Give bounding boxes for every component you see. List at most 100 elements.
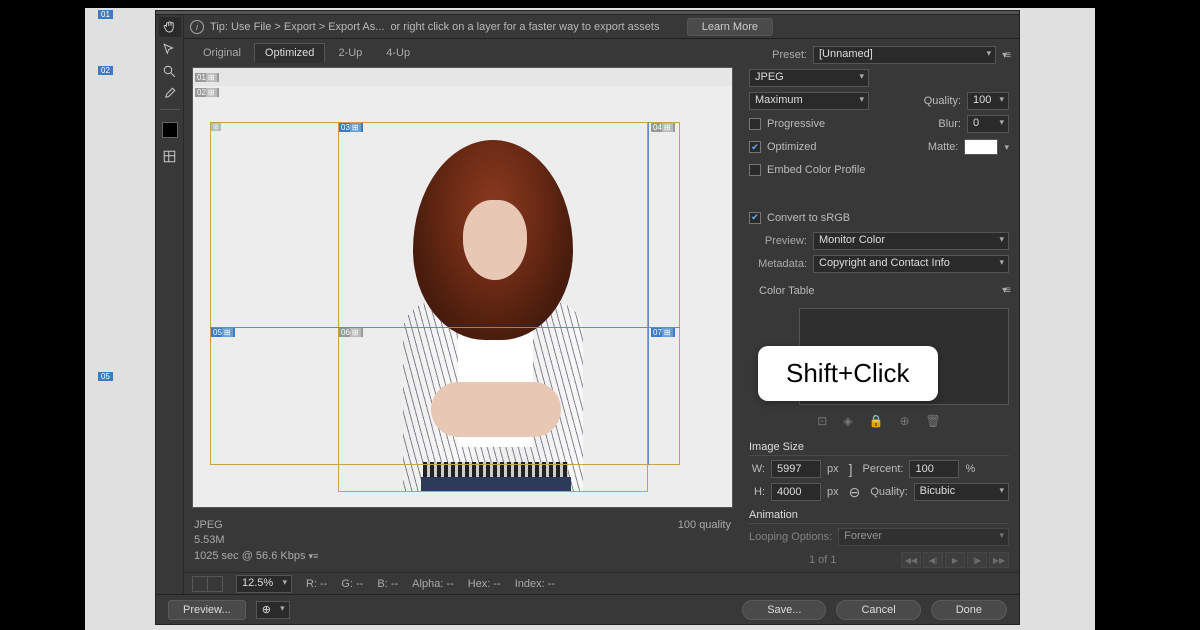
anim-first-icon: ◀◀ [901, 552, 921, 568]
tab-4up[interactable]: 4-Up [375, 43, 421, 63]
settings-panel: Preset: [Unnamed] ▾≡ JPEG Maximum Qualit… [741, 39, 1019, 570]
height-label: H: [749, 486, 765, 498]
convert-srgb-checkbox[interactable] [749, 212, 761, 224]
resample-dropdown[interactable]: Bicubic [914, 483, 1009, 501]
learn-more-button[interactable]: Learn More [687, 18, 773, 36]
quality-label: Quality: [924, 95, 961, 107]
hand-tool[interactable] [159, 17, 181, 37]
tab-optimized[interactable]: Optimized [254, 43, 326, 63]
zoom-tool[interactable] [159, 61, 181, 81]
percent-input[interactable] [909, 460, 959, 478]
tool-strip [156, 15, 184, 624]
preview-canvas[interactable]: 01⊞ 02⊞ 03⊞ 04⊞ 05⊞ 06⊞ 07⊞ ⊞ [192, 67, 733, 508]
optimized-label: Optimized [767, 141, 817, 153]
readout-hex: Hex: -- [468, 578, 501, 590]
blur-label: Blur: [938, 118, 961, 130]
percent-label: Percent: [863, 463, 904, 475]
dialog-footer: Preview... ⊕ Save... Cancel Done [156, 594, 1019, 624]
slice-01: 01⊞ [195, 73, 219, 82]
matte-dropdown-icon[interactable]: ▾ [1004, 142, 1009, 153]
matte-swatch[interactable] [964, 139, 998, 155]
bg-slice-05: 05 [98, 372, 113, 381]
matte-label: Matte: [928, 141, 959, 153]
ct-lock-icon[interactable]: 🔒 [869, 414, 884, 428]
embed-profile-checkbox[interactable] [749, 164, 761, 176]
tip-bar: i Tip: Use File > Export > Export As... … [184, 15, 1019, 39]
save-button[interactable]: Save... [742, 600, 826, 620]
letterbox-right [1095, 0, 1200, 630]
ct-new-icon[interactable]: ⊕ [899, 414, 909, 428]
animation-heading: Animation [749, 507, 1009, 524]
download-menu-icon[interactable]: ▾≡ [309, 551, 319, 561]
preset-flyout-icon[interactable]: ▾≡ [1002, 50, 1009, 61]
blur-input[interactable]: 0 [967, 115, 1009, 133]
px-unit-h: px [827, 486, 839, 498]
readout-index: Index: -- [515, 578, 555, 590]
ct-cube-icon[interactable]: ◈ [843, 414, 852, 428]
embed-profile-label: Embed Color Profile [767, 164, 865, 176]
color-table-tools: ⊡ ◈ 🔒 ⊕ 🗑 [749, 414, 1009, 428]
bg-slice-01: 01 [98, 10, 113, 19]
status-icon-2[interactable] [207, 576, 223, 592]
preview-dropdown[interactable]: Monitor Color [813, 232, 1009, 250]
readout-g: G: -- [341, 578, 363, 590]
quality-input[interactable]: 100 [967, 92, 1009, 110]
guide-vertical[interactable] [648, 122, 649, 465]
frame-count: 1 of 1 [809, 554, 837, 566]
preview-info: JPEG 100 quality 5.53M 1025 sec @ 56.6 K… [184, 512, 741, 570]
anim-next-icon: |▶ [967, 552, 987, 568]
progressive-checkbox[interactable] [749, 118, 761, 130]
anim-prev-icon: ◀| [923, 552, 943, 568]
optimized-checkbox[interactable] [749, 141, 761, 153]
status-icon-1[interactable] [192, 576, 208, 592]
status-bar: 12.5% R: -- G: -- B: -- Alpha: -- Hex: -… [184, 572, 1019, 594]
bg-slice-02: 02 [98, 66, 113, 75]
slice-select-tool[interactable] [159, 39, 181, 59]
preview-column: Original Optimized 2-Up 4-Up 01⊞ 02⊞ 03⊞… [184, 39, 741, 570]
link-icon-2[interactable]: ⊖ [849, 484, 861, 501]
canvas-main[interactable]: 02⊞ 03⊞ 04⊞ 05⊞ 06⊞ 07⊞ ⊞ [193, 86, 732, 507]
height-input[interactable] [771, 483, 821, 501]
preset-label: Preset: [749, 49, 807, 61]
tip-text-prefix: Tip: Use File > Export > Export As... [210, 21, 384, 33]
done-button[interactable]: Done [931, 600, 1007, 620]
guide-horizontal[interactable] [210, 327, 680, 328]
zoom-dropdown[interactable]: 12.5% [236, 575, 292, 593]
tab-2up[interactable]: 2-Up [327, 43, 373, 63]
tool-divider [160, 109, 180, 110]
width-input[interactable] [771, 460, 821, 478]
toggle-slices-visibility[interactable] [159, 146, 181, 166]
tab-original[interactable]: Original [192, 43, 252, 63]
link-dimensions-icon[interactable]: ] [849, 461, 853, 477]
info-quality: 100 quality [678, 518, 731, 533]
px-unit-w: px [827, 463, 839, 475]
preview-label: Preview: [749, 235, 807, 247]
info-format: JPEG [194, 518, 223, 533]
eyedropper-tool[interactable] [159, 83, 181, 103]
color-table-flyout-icon[interactable]: ▾≡ [1002, 285, 1009, 296]
inner-slice-rect[interactable] [338, 122, 648, 492]
slice-02: 02⊞ [195, 88, 219, 97]
eyedropper-color-swatch[interactable] [162, 122, 178, 138]
info-icon: i [190, 20, 204, 34]
width-label: W: [749, 463, 765, 475]
annotation-overlay: Shift+Click [758, 346, 938, 401]
image-size-heading: Image Size [749, 439, 1009, 456]
cancel-button[interactable]: Cancel [836, 600, 920, 620]
anim-last-icon: ▶▶ [989, 552, 1009, 568]
ct-snap-icon[interactable]: ⊡ [817, 414, 827, 428]
progressive-label: Progressive [767, 118, 825, 130]
info-size: 5.53M [194, 533, 731, 548]
letterbox-top [0, 0, 1200, 8]
metadata-dropdown[interactable]: Copyright and Contact Info [813, 255, 1009, 273]
percent-unit: % [965, 463, 975, 475]
ct-trash-icon[interactable]: 🗑 [926, 414, 941, 428]
format-dropdown[interactable]: JPEG [749, 69, 869, 87]
readout-r: R: -- [306, 578, 327, 590]
compression-dropdown[interactable]: Maximum [749, 92, 869, 110]
preset-dropdown[interactable]: [Unnamed] [813, 46, 996, 64]
readout-alpha: Alpha: -- [412, 578, 454, 590]
browser-dropdown[interactable]: ⊕ [256, 601, 290, 619]
preview-button[interactable]: Preview... [168, 600, 246, 620]
looping-dropdown: Forever [838, 528, 1009, 546]
